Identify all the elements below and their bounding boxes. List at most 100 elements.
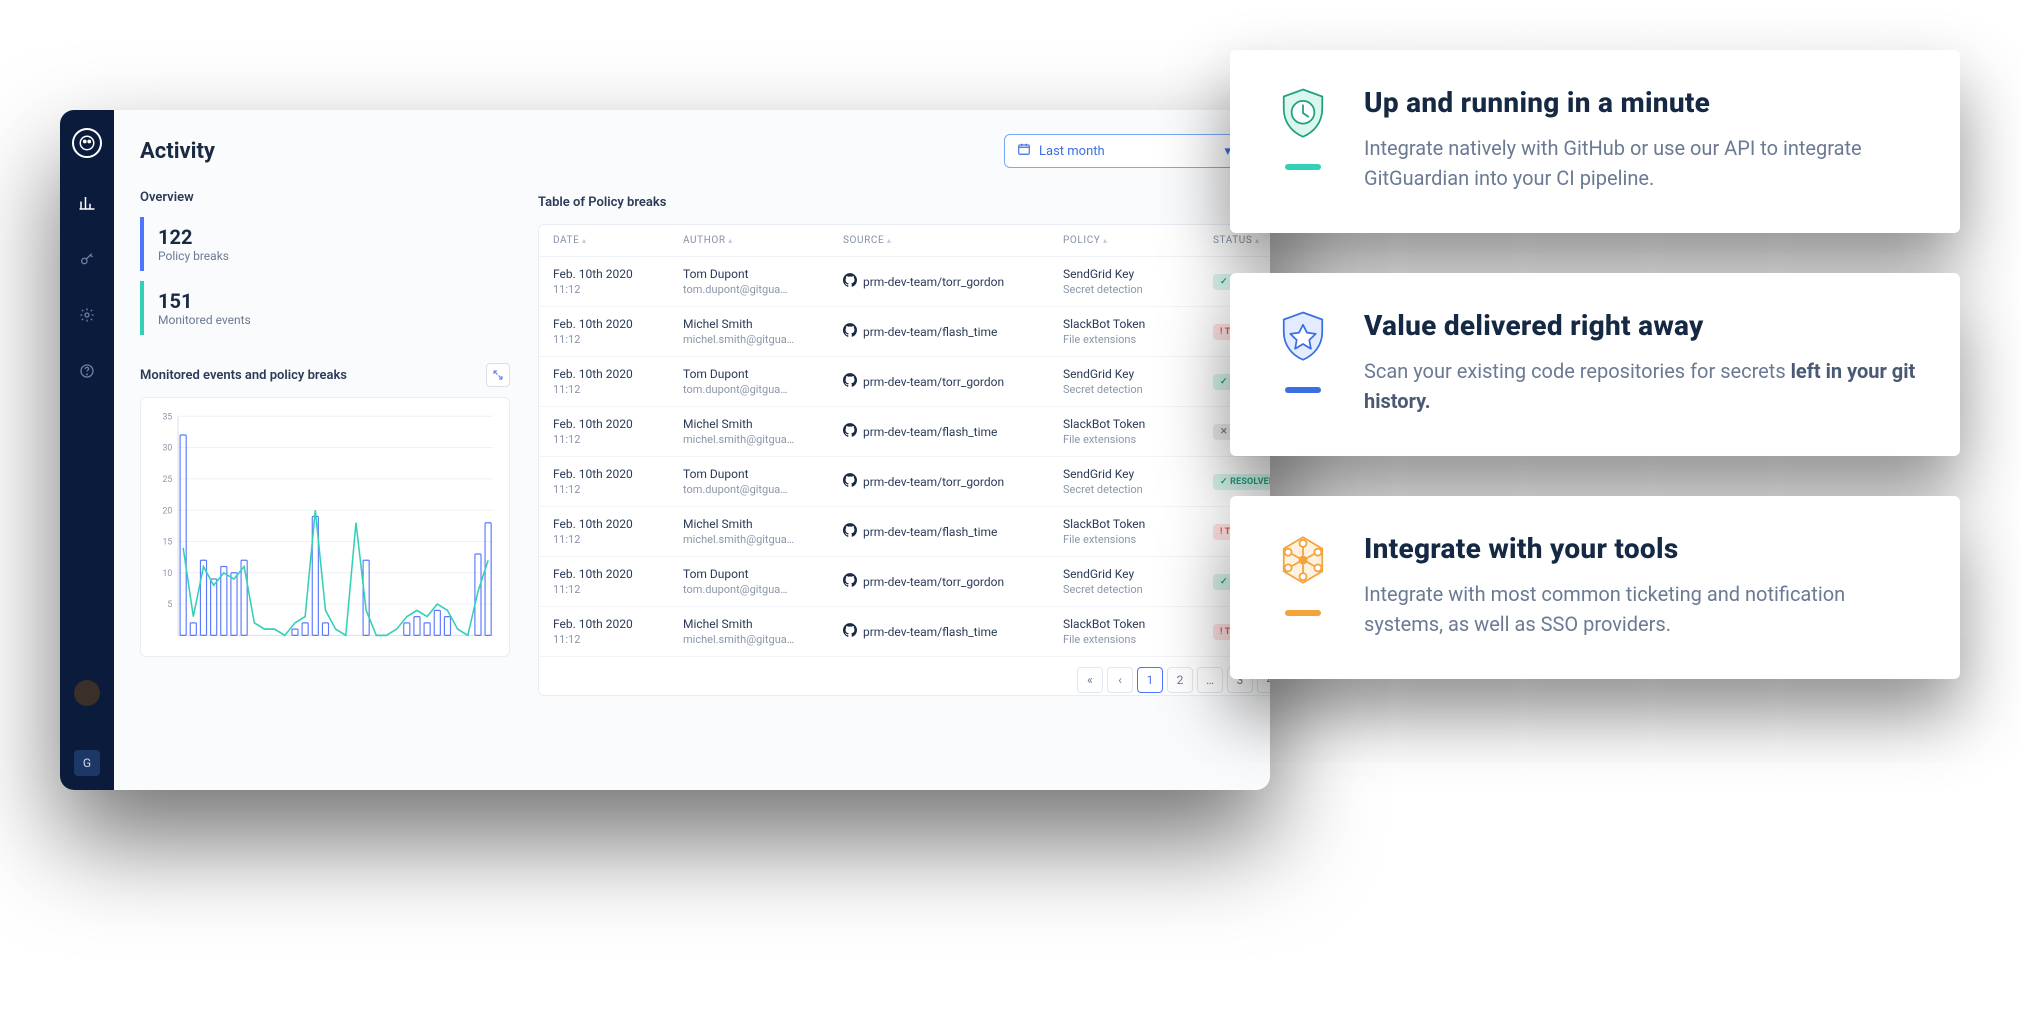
cell-author: Michel Smith — [683, 617, 843, 631]
cell-time: 11:12 — [553, 583, 683, 596]
cell-source: prm-dev-team/flash_time — [863, 625, 997, 639]
policy-breaks-table: DATE AUTHOR SOURCE POLICY STATUS Feb. 10… — [538, 224, 1270, 696]
table-row[interactable]: Feb. 10th 2020 11:12 Michel Smith michel.s… — [539, 307, 1270, 357]
svg-text:30: 30 — [162, 443, 172, 453]
cell-date: Feb. 10th 2020 — [553, 267, 683, 281]
cell-source: prm-dev-team/torr_gordon — [863, 275, 1004, 289]
cell-author: Tom Dupont — [683, 467, 843, 481]
cell-policy: SlackBot Token — [1063, 617, 1213, 631]
kpi-label: Monitored events — [158, 313, 496, 327]
dashboard-window: G Activity Last month ▾ Over — [60, 110, 1270, 790]
github-icon — [843, 423, 857, 440]
cell-policy: SendGrid Key — [1063, 467, 1213, 481]
table-row[interactable]: Feb. 10th 202011:12 Tom Duponttom.dupont… — [539, 257, 1270, 307]
date-range-select[interactable]: Last month ▾ — [1004, 134, 1244, 168]
cell-source: prm-dev-team/torr_gordon — [863, 575, 1004, 589]
kpi-card: 151 Monitored events — [140, 281, 510, 335]
cell-source: prm-dev-team/flash_time — [863, 525, 997, 539]
page-button[interactable]: 1 — [1137, 667, 1163, 693]
cell-policy: SlackBot Token — [1063, 417, 1213, 431]
page-button[interactable]: … — [1197, 667, 1223, 693]
cell-source: prm-dev-team/flash_time — [863, 425, 997, 439]
table-row[interactable]: Feb. 10th 202011:12 Michel Smithmichel.s… — [539, 407, 1270, 457]
table-row[interactable]: Feb. 10th 202011:12 Tom Duponttom.dupont… — [539, 457, 1270, 507]
page-button[interactable]: « — [1077, 667, 1103, 693]
table-row[interactable]: Feb. 10th 202011:12 Tom Duponttom.dupont… — [539, 557, 1270, 607]
col-date[interactable]: DATE — [553, 235, 683, 246]
cell-policy: SendGrid Key — [1063, 367, 1213, 381]
cell-email: tom.dupont@gitgua… — [683, 383, 843, 396]
table-row[interactable]: Feb. 10th 202011:12 Michel Smithmichel.s… — [539, 607, 1270, 657]
card-title: Up and running in a minute — [1364, 86, 1920, 119]
page-button[interactable]: ‹ — [1107, 667, 1133, 693]
page-title: Activity — [140, 139, 215, 164]
kpi-card: 122 Policy breaks — [140, 217, 510, 271]
kpi-label: Policy breaks — [158, 249, 496, 263]
cell-policy: SendGrid Key — [1063, 567, 1213, 581]
cell-time: 11:12 — [553, 283, 683, 296]
svg-text:25: 25 — [162, 475, 172, 485]
nav-activity-icon[interactable] — [76, 192, 98, 214]
nav-key-icon[interactable] — [76, 248, 98, 270]
logo-icon — [72, 128, 102, 158]
col-source[interactable]: SOURCE — [843, 235, 1063, 246]
cell-author: Tom Dupont — [683, 567, 843, 581]
cell-time: 11:12 — [553, 333, 683, 346]
accent-bar — [1285, 387, 1321, 393]
cell-time: 11:12 — [553, 433, 683, 446]
cell-time: 11:12 — [553, 383, 683, 396]
feature-card: Value delivered right away Scan your exi… — [1230, 273, 1960, 456]
table-title: Table of Policy breaks — [538, 195, 666, 210]
cell-email: michel.smith@gitgua… — [683, 533, 843, 546]
feature-cards: Up and running in a minute Integrate nat… — [1230, 50, 1960, 679]
cell-policy: SlackBot Token — [1063, 317, 1213, 331]
cell-date: Feb. 10th 2020 — [553, 317, 683, 331]
cell-date: Feb. 10th 2020 — [553, 517, 683, 531]
cell-author: Tom Dupont — [683, 367, 843, 381]
chart-expand-button[interactable] — [486, 363, 510, 387]
github-icon — [843, 573, 857, 590]
cell-policy-sub: Secret detection — [1063, 383, 1213, 396]
cell-author: Michel Smith — [683, 417, 843, 431]
cell-email: tom.dupont@gitgua… — [683, 483, 843, 496]
card-body: Integrate natively with GitHub or use ou… — [1364, 133, 1920, 193]
cell-email: michel.smith@gitgua… — [683, 633, 843, 646]
table-row[interactable]: Feb. 10th 202011:12 Tom Duponttom.dupont… — [539, 357, 1270, 407]
chart-title: Monitored events and policy breaks — [140, 368, 347, 383]
dashboard-main: Activity Last month ▾ Overview 122 — [114, 110, 1270, 790]
cell-email: michel.smith@gitgua… — [683, 333, 843, 346]
github-icon — [843, 273, 857, 290]
github-icon — [843, 623, 857, 640]
feature-card: Up and running in a minute Integrate nat… — [1230, 50, 1960, 233]
cell-policy: SlackBot Token — [1063, 517, 1213, 531]
date-range-label: Last month — [1039, 144, 1105, 159]
table-header-row: DATE AUTHOR SOURCE POLICY STATUS — [539, 225, 1270, 257]
cell-policy-sub: Secret detection — [1063, 583, 1213, 596]
github-icon — [843, 323, 857, 340]
svg-text:35: 35 — [162, 412, 172, 422]
table-row[interactable]: Feb. 10th 202011:12 Michel Smithmichel.s… — [539, 507, 1270, 557]
pagination: «‹12…34› — [539, 657, 1270, 695]
nav-settings-icon[interactable] — [76, 304, 98, 326]
cell-author: Michel Smith — [683, 317, 843, 331]
cell-date: Feb. 10th 2020 — [553, 417, 683, 431]
cell-time: 11:12 — [553, 533, 683, 546]
cell-policy-sub: File extensions — [1063, 333, 1213, 346]
col-policy[interactable]: POLICY — [1063, 235, 1213, 246]
cell-source: prm-dev-team/torr_gordon — [863, 475, 1004, 489]
user-avatar[interactable] — [74, 680, 100, 706]
calendar-icon — [1017, 142, 1031, 160]
nav-help-icon[interactable] — [76, 360, 98, 382]
cell-policy: SendGrid Key — [1063, 267, 1213, 281]
cell-time: 11:12 — [553, 633, 683, 646]
svg-text:15: 15 — [162, 537, 172, 547]
github-icon — [843, 473, 857, 490]
cell-policy-sub: Secret detection — [1063, 283, 1213, 296]
col-author[interactable]: AUTHOR — [683, 235, 843, 246]
page-button[interactable]: 2 — [1167, 667, 1193, 693]
org-switcher[interactable]: G — [74, 750, 100, 776]
accent-bar — [1285, 610, 1321, 616]
github-icon — [843, 523, 857, 540]
overview-title: Overview — [140, 190, 510, 205]
github-icon — [843, 373, 857, 390]
